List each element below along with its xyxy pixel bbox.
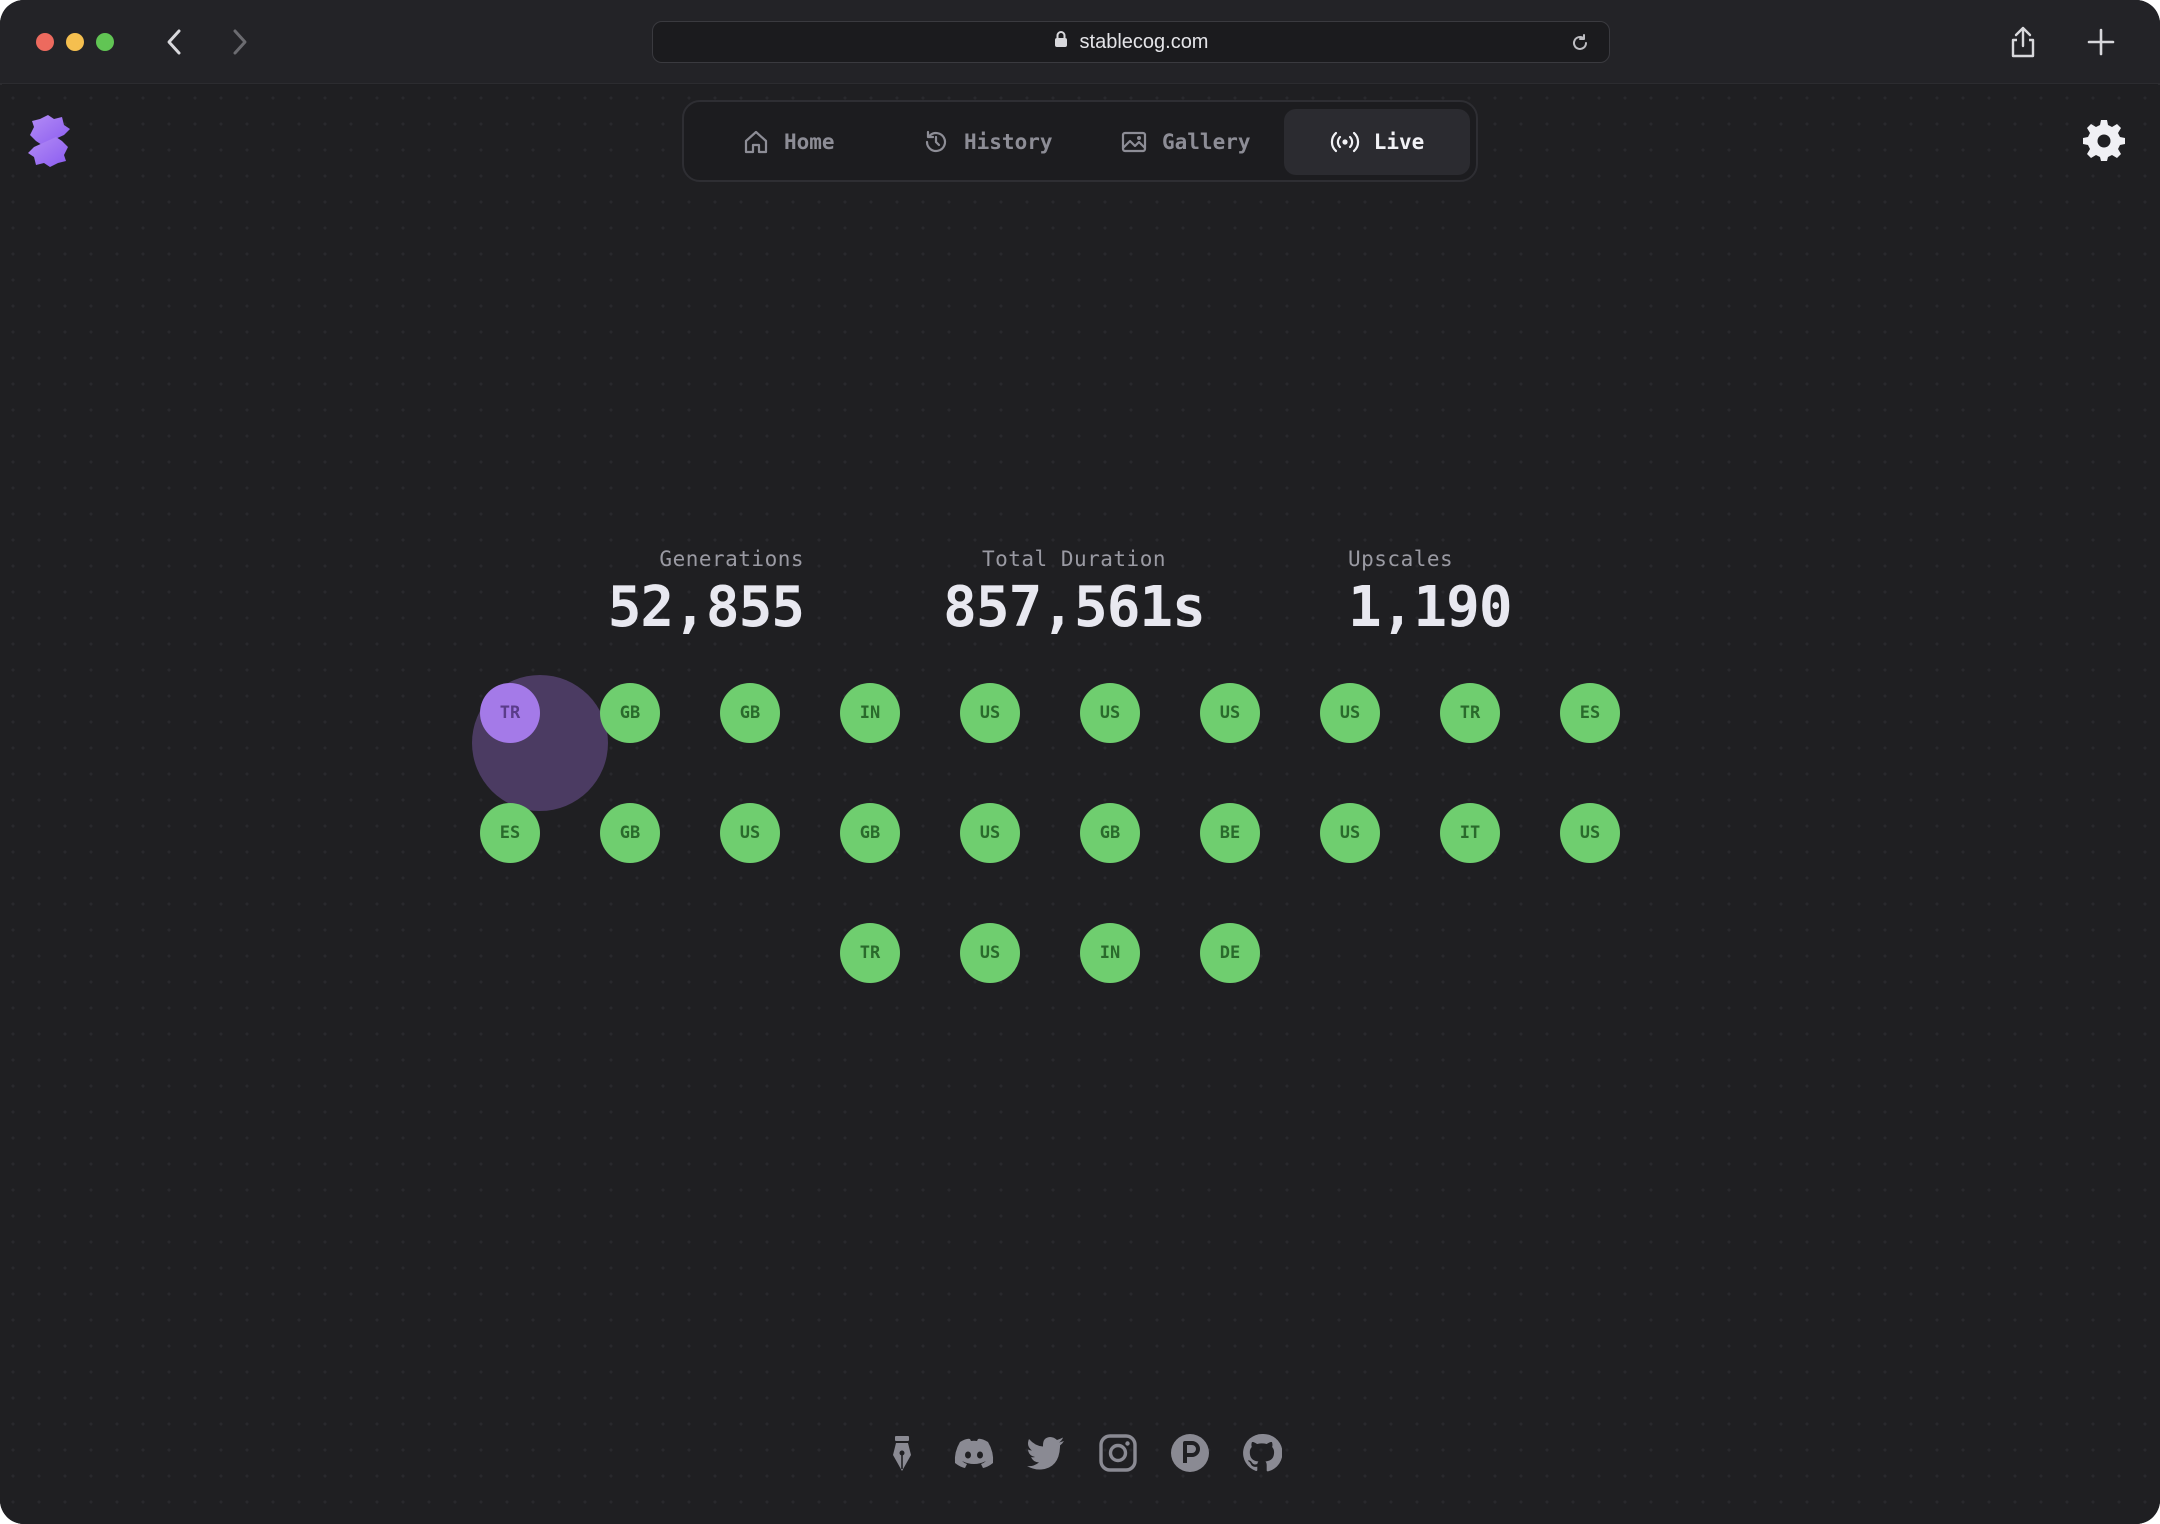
country-bubble-gb: GB (1080, 803, 1140, 863)
country-bubble-it: IT (1440, 803, 1500, 863)
country-bubble-tr: TR (840, 923, 900, 983)
github-icon[interactable] (1240, 1431, 1284, 1475)
country-bubble-gb: GB (600, 803, 660, 863)
lock-icon (1054, 30, 1068, 54)
address-bar[interactable]: stablecog.com (652, 21, 1610, 63)
country-bubble-us: US (1320, 803, 1380, 863)
country-bubble-us: US (960, 683, 1020, 743)
title-bar: stablecog.com (0, 0, 2160, 84)
url-text: stablecog.com (1079, 30, 1209, 53)
country-bubble-gb: GB (720, 683, 780, 743)
country-bubble-tr: TR (480, 683, 540, 743)
country-bubble-us: US (720, 803, 780, 863)
country-bubble-tr: TR (1440, 683, 1500, 743)
close-window-button[interactable] (36, 33, 54, 51)
zoom-window-button[interactable] (96, 33, 114, 51)
country-bubble-de: DE (1200, 923, 1260, 983)
discord-icon[interactable] (952, 1431, 996, 1475)
minimize-window-button[interactable] (66, 33, 84, 51)
country-bubble-es: ES (480, 803, 540, 863)
country-bubble-us: US (1200, 683, 1260, 743)
browser-window: stablecog.com Home History Gallery Live … (0, 0, 2160, 1524)
page-content: Home History Gallery Live Generations 52… (0, 85, 2160, 1524)
country-bubble-gb: GB (600, 683, 660, 743)
twitter-icon[interactable] (1024, 1431, 1068, 1475)
country-bubble-be: BE (1200, 803, 1260, 863)
footer-social-links (880, 1428, 1290, 1478)
forward-icon[interactable] (220, 22, 260, 62)
instagram-icon[interactable] (1096, 1431, 1140, 1475)
country-bubble-gb: GB (840, 803, 900, 863)
new-tab-icon[interactable] (2084, 24, 2118, 60)
country-bubbles: TR GB GB IN US US US US TR ES ES GB US GB US GB BE US IT US… (0, 85, 2160, 1524)
country-bubble-in: IN (840, 683, 900, 743)
producthunt-icon[interactable] (1168, 1431, 1212, 1475)
country-bubble-us: US (1320, 683, 1380, 743)
share-icon[interactable] (2006, 24, 2040, 60)
blog-pen-icon[interactable] (880, 1431, 924, 1475)
country-bubble-us: US (960, 923, 1020, 983)
reload-icon[interactable] (1569, 32, 1591, 54)
country-bubble-es: ES (1560, 683, 1620, 743)
country-bubble-in: IN (1080, 923, 1140, 983)
country-bubble-us: US (1080, 683, 1140, 743)
country-bubble-us: US (960, 803, 1020, 863)
country-bubble-us: US (1560, 803, 1620, 863)
back-icon[interactable] (154, 22, 194, 62)
